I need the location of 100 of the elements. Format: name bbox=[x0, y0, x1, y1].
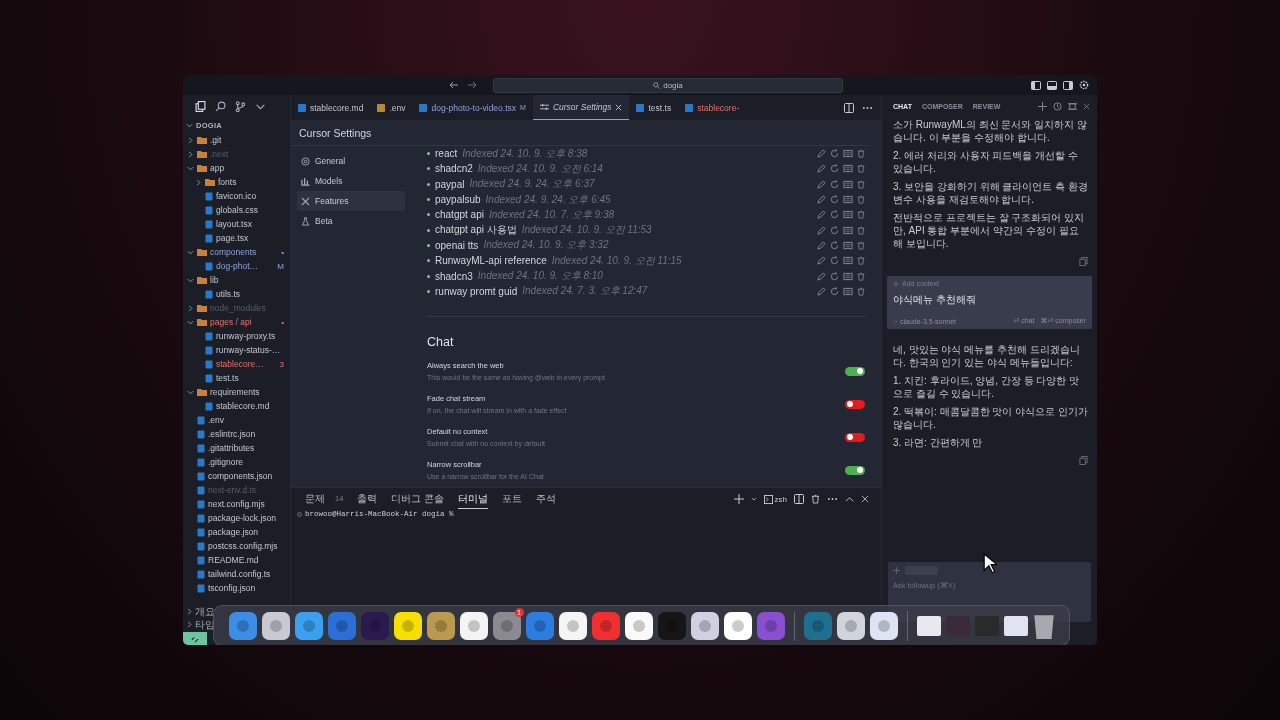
section-header[interactable]: 개요 bbox=[195, 604, 215, 619]
folder-name[interactable]: requirements bbox=[210, 387, 260, 397]
app-icon[interactable] bbox=[869, 611, 898, 640]
nav-item[interactable]: Models bbox=[297, 171, 405, 191]
file-name[interactable]: page.tsx bbox=[216, 233, 249, 243]
nav-item[interactable]: Beta bbox=[297, 211, 405, 231]
layout-icon[interactable] bbox=[1047, 80, 1057, 90]
file-name[interactable]: .gitattributes bbox=[208, 443, 255, 453]
app-icon[interactable] bbox=[261, 611, 290, 640]
close-icon[interactable] bbox=[615, 103, 623, 111]
file-name[interactable]: tailwind.config.ts bbox=[208, 569, 271, 579]
plus-icon[interactable] bbox=[1038, 102, 1047, 111]
panel-tab[interactable]: 포트 bbox=[502, 489, 523, 509]
toggle-switch[interactable] bbox=[845, 465, 865, 475]
panel-tab[interactable]: 주석 bbox=[536, 489, 557, 509]
panel-tab[interactable]: 디버그 콘솔 bbox=[391, 489, 445, 509]
chevron-up-icon[interactable] bbox=[845, 494, 854, 504]
chevron-icon[interactable] bbox=[187, 150, 194, 158]
window-thumbnail[interactable] bbox=[1003, 615, 1028, 636]
toggle-switch[interactable] bbox=[845, 366, 865, 376]
toggle-switch[interactable] bbox=[845, 399, 865, 409]
book-icon[interactable] bbox=[843, 164, 853, 174]
book-icon[interactable] bbox=[843, 240, 853, 250]
file-name[interactable]: stablecore.md bbox=[216, 401, 270, 411]
split-icon[interactable] bbox=[794, 494, 804, 504]
trash-icon[interactable] bbox=[857, 195, 865, 205]
source-control-icon[interactable] bbox=[235, 101, 246, 112]
chevron-icon[interactable] bbox=[186, 122, 193, 129]
toggle-switch[interactable] bbox=[845, 432, 865, 442]
chevron-icon[interactable] bbox=[187, 276, 194, 284]
more-icon[interactable] bbox=[862, 105, 873, 110]
chevron-icon[interactable] bbox=[195, 178, 202, 186]
section-header[interactable]: 타임 bbox=[195, 617, 215, 632]
refresh-icon[interactable] bbox=[830, 164, 839, 174]
trash-icon[interactable] bbox=[857, 149, 865, 159]
copy-icon[interactable] bbox=[1079, 456, 1088, 465]
panel-tab[interactable]: 출력 bbox=[357, 489, 378, 509]
refresh-icon[interactable] bbox=[830, 210, 839, 220]
refresh-icon[interactable] bbox=[830, 195, 839, 205]
file-name[interactable]: favicon.ico bbox=[216, 191, 257, 201]
history-icon[interactable] bbox=[1053, 102, 1062, 111]
refresh-icon[interactable] bbox=[830, 240, 839, 250]
app-icon[interactable] bbox=[690, 611, 719, 640]
book-icon[interactable] bbox=[843, 149, 853, 159]
book-icon[interactable] bbox=[843, 256, 853, 266]
file-name[interactable]: globals.css bbox=[216, 205, 259, 215]
file-name[interactable]: runway-proxy.ts bbox=[216, 331, 276, 341]
layout-icon[interactable] bbox=[1031, 80, 1041, 90]
file-name[interactable]: components.json bbox=[208, 471, 273, 481]
chevron-icon[interactable] bbox=[187, 388, 194, 396]
trash-icon[interactable] bbox=[857, 240, 865, 250]
file-name[interactable]: .eslintrc.json bbox=[208, 429, 256, 439]
copy-icon[interactable] bbox=[1079, 257, 1088, 266]
refresh-icon[interactable] bbox=[830, 179, 839, 189]
editor-tab[interactable]: stablecore- bbox=[678, 95, 747, 120]
app-icon[interactable] bbox=[459, 611, 488, 640]
chevron-icon[interactable] bbox=[187, 136, 194, 144]
file-name[interactable]: utils.ts bbox=[216, 289, 241, 299]
folder-name[interactable]: pages / api bbox=[210, 317, 252, 327]
trash-icon[interactable] bbox=[811, 494, 820, 504]
expand-icon[interactable] bbox=[1068, 102, 1077, 111]
close-icon[interactable] bbox=[861, 495, 869, 503]
back-icon[interactable] bbox=[449, 81, 459, 89]
folder-name[interactable]: lib bbox=[210, 275, 219, 285]
file-name[interactable]: test.ts bbox=[216, 373, 239, 383]
search-icon[interactable] bbox=[215, 101, 226, 112]
chevron-icon[interactable] bbox=[187, 304, 194, 312]
refresh-icon[interactable] bbox=[830, 256, 839, 266]
trash-icon[interactable] bbox=[857, 225, 865, 235]
settings-icon[interactable] bbox=[1079, 80, 1089, 90]
refresh-icon[interactable] bbox=[830, 225, 839, 235]
split-editor-icon[interactable] bbox=[844, 102, 854, 113]
file-name[interactable]: postcss.config.mjs bbox=[208, 541, 278, 551]
chevron-icon[interactable] bbox=[186, 621, 193, 628]
refresh-icon[interactable] bbox=[830, 271, 839, 281]
search-field[interactable]: dogia bbox=[493, 77, 843, 93]
trash-icon[interactable] bbox=[857, 164, 865, 174]
layout-icon[interactable] bbox=[1063, 80, 1073, 90]
book-icon[interactable] bbox=[843, 286, 853, 296]
folder-name[interactable]: .git bbox=[210, 135, 222, 145]
caret-icon[interactable] bbox=[750, 496, 757, 502]
more-icon[interactable] bbox=[827, 497, 838, 501]
book-icon[interactable] bbox=[843, 179, 853, 189]
book-icon[interactable] bbox=[843, 195, 853, 205]
app-icon[interactable] bbox=[836, 611, 865, 640]
editor-tab[interactable]: stablecore.md bbox=[291, 95, 371, 120]
remote-button[interactable] bbox=[183, 632, 207, 645]
folder-name[interactable]: app bbox=[210, 163, 225, 173]
terminal-selector[interactable]: zsh bbox=[763, 494, 787, 504]
folder-name[interactable]: fonts bbox=[218, 177, 237, 187]
trash-icon[interactable] bbox=[857, 210, 865, 220]
book-icon[interactable] bbox=[843, 210, 853, 220]
editor-tab[interactable]: Cursor Settings bbox=[532, 95, 630, 120]
book-icon[interactable] bbox=[843, 271, 853, 281]
refresh-icon[interactable] bbox=[830, 286, 839, 296]
window-thumbnail[interactable] bbox=[974, 615, 999, 636]
trash-icon[interactable] bbox=[857, 256, 865, 266]
file-name[interactable]: stablecore… bbox=[216, 359, 264, 369]
trash-icon[interactable] bbox=[857, 271, 865, 281]
file-name[interactable]: layout.tsx bbox=[216, 219, 252, 229]
